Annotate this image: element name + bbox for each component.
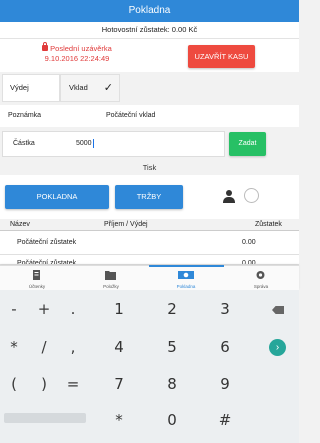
nav-active-indicator [149, 265, 224, 267]
key-1[interactable]: 1 [99, 295, 139, 323]
cash-balance: Hotovostní zůstatek: 0.00 Kč [0, 22, 299, 38]
person-icon [223, 190, 235, 204]
amount-label: Částka [13, 140, 35, 147]
amount-value: 5000 [76, 140, 92, 147]
nav-items[interactable]: Položky [76, 266, 146, 291]
nav-register[interactable]: Pokladna [151, 266, 221, 291]
cash-register-icon [178, 271, 194, 279]
row-name: Počáteční zůstatek [17, 260, 77, 265]
gear-icon [256, 271, 265, 279]
print-panel: POKLADNA TRŽBY [0, 175, 299, 219]
close-register-button[interactable]: UZAVŘÍT KASU [188, 45, 255, 68]
print-section-title: Tisk [142, 163, 157, 172]
note-label: Poznámka [8, 112, 42, 119]
key-hash[interactable]: # [205, 406, 245, 434]
toggle-deposit-label: Vklad [69, 83, 88, 92]
nav-label: Účtenky [28, 284, 46, 289]
bottom-navigation: Účtenky Položky Pokladna Správa [0, 265, 299, 290]
key-8[interactable]: 8 [152, 370, 192, 398]
key-3[interactable]: 3 [205, 295, 245, 323]
numeric-keyboard: - + . 1 2 3 * / , 4 5 6 › ( ) = 7 8 9 * … [0, 290, 299, 443]
table-row[interactable]: Počáteční zůstatek 0.00 [0, 255, 299, 265]
col-balance: Zůstatek [255, 221, 282, 228]
key-2[interactable]: 2 [152, 295, 192, 323]
print-sales-button[interactable]: TRŽBY [115, 185, 183, 209]
row-balance: 0.00 [242, 260, 256, 265]
note-value[interactable]: Počáteční vklad [106, 105, 155, 127]
toggle-withdrawal-label: Výdej [10, 83, 29, 92]
nav-settings[interactable]: Správa [226, 266, 296, 291]
last-close-info: Poslední uzávěrka 9.10.2016 22:24:49 [22, 42, 132, 64]
toggle-withdrawal[interactable]: Výdej [2, 74, 60, 102]
key-0[interactable]: 0 [152, 406, 192, 434]
table-row[interactable]: Počáteční zůstatek 0.00 [0, 231, 299, 255]
submit-button[interactable]: Zadat [229, 132, 266, 156]
amount-field[interactable]: Částka 5000 [2, 131, 225, 157]
receipt-icon [33, 270, 40, 280]
backspace-icon[interactable] [272, 306, 284, 314]
amount-input[interactable]: 5000 [76, 132, 94, 156]
key-5[interactable]: 5 [152, 333, 192, 361]
lock-icon [42, 42, 49, 51]
col-in-out: Příjem / Výdej [104, 221, 148, 228]
user-radio[interactable] [244, 188, 259, 203]
key-6[interactable]: 6 [205, 333, 245, 361]
key-comma[interactable]: , [53, 333, 93, 361]
checkmark-icon: ✓ [103, 82, 113, 94]
note-field[interactable]: Poznámka Počáteční vklad [0, 105, 299, 127]
print-register-button[interactable]: POKLADNA [5, 185, 109, 209]
last-close-date: 9.10.2016 22:24:49 [44, 54, 110, 63]
row-balance: 0.00 [242, 239, 256, 246]
key-star[interactable]: * [99, 406, 139, 434]
table-header: Název Příjem / Výdej Zůstatek [0, 219, 299, 231]
text-caret [92, 138, 94, 148]
key-9[interactable]: 9 [205, 370, 245, 398]
close-register-panel: Poslední uzávěrka 9.10.2016 22:24:49 UZA… [0, 38, 299, 72]
go-arrow-icon[interactable]: › [269, 339, 286, 356]
nav-label: Pokladna [176, 284, 196, 289]
col-name: Název [10, 221, 30, 228]
key-equals[interactable]: = [53, 370, 93, 398]
nav-receipts[interactable]: Účtenky [2, 266, 72, 291]
space-key[interactable] [4, 413, 86, 423]
app-title: Pokladna [0, 0, 299, 22]
nav-label: Správa [253, 284, 269, 289]
nav-label: Položky [103, 284, 119, 289]
folder-icon [105, 271, 116, 280]
toggle-deposit[interactable]: Vklad ✓ [60, 74, 120, 102]
key-4[interactable]: 4 [99, 333, 139, 361]
row-name: Počáteční zůstatek [17, 239, 77, 246]
key-dot[interactable]: . [53, 295, 93, 323]
key-7[interactable]: 7 [99, 370, 139, 398]
last-close-label: Poslední uzávěrka [50, 44, 112, 53]
